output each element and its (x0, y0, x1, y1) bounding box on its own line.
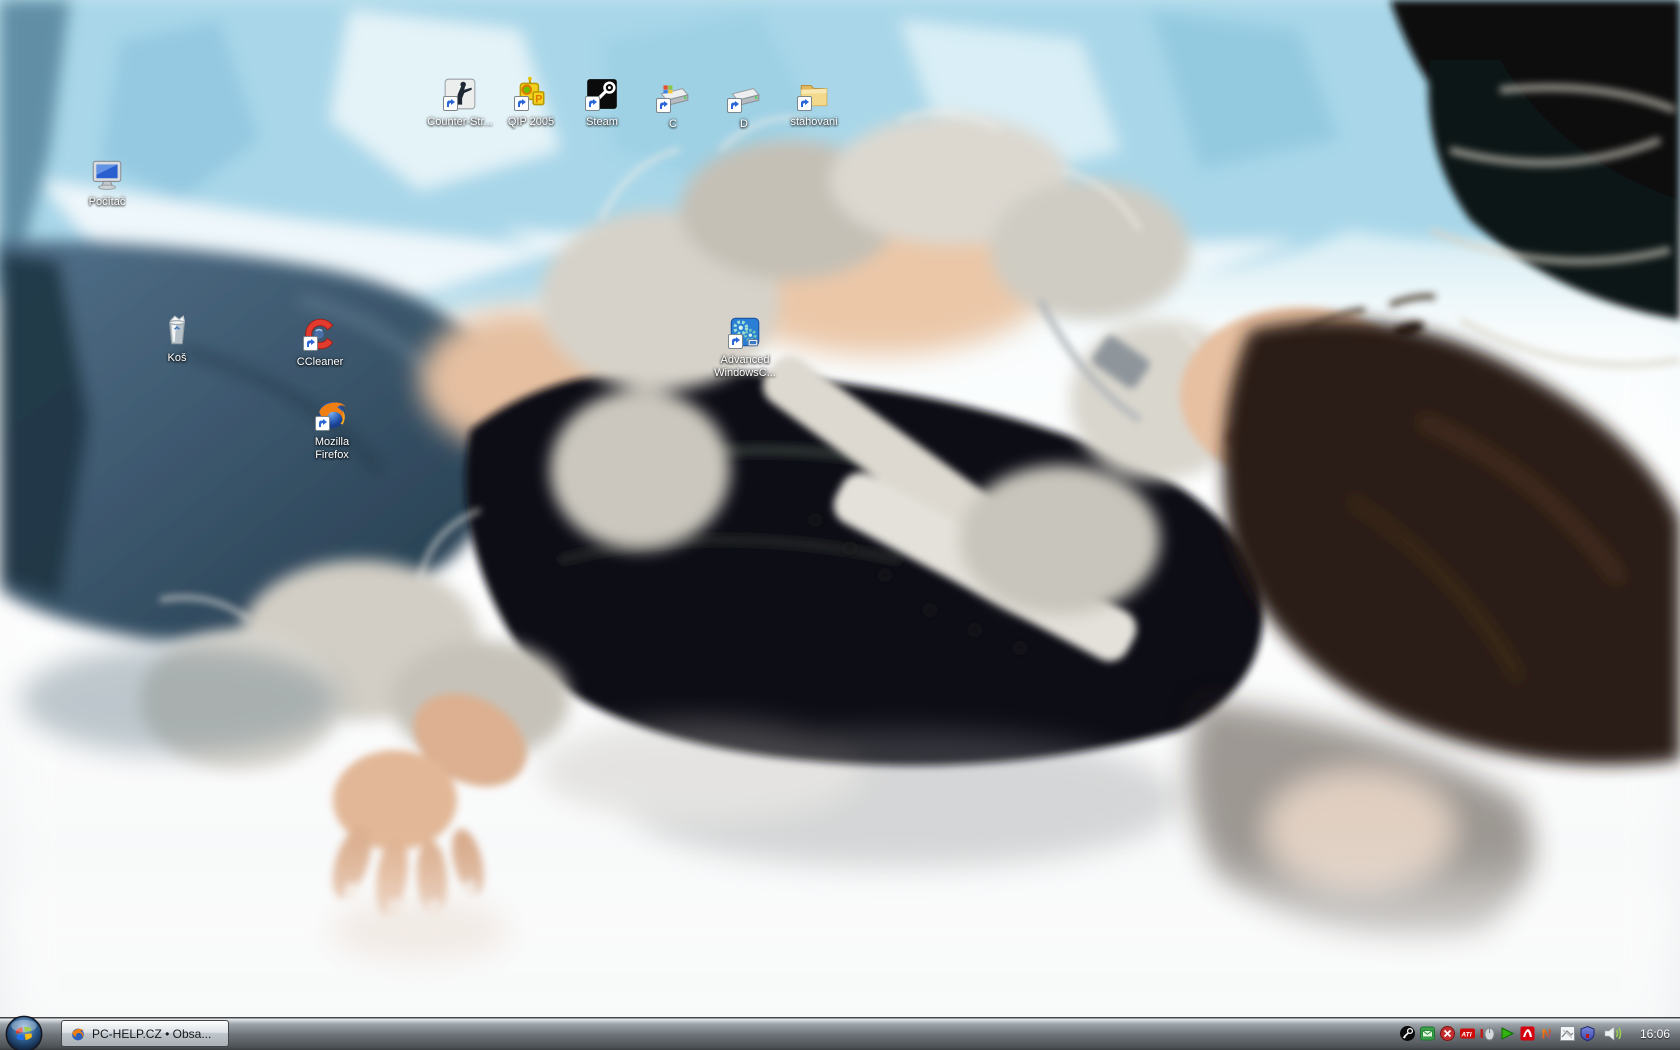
shortcut-arrow-icon (585, 96, 600, 111)
icon-label: Počítač (89, 196, 126, 209)
computer-icon (89, 156, 125, 192)
shortcut-arrow-icon (315, 416, 330, 431)
recycle-bin-full-icon (159, 312, 195, 348)
desktop-icon-stahovani[interactable]: stahovani (766, 76, 862, 129)
qip-messenger-tray-icon[interactable] (1419, 1025, 1436, 1042)
desktop-icon-computer[interactable]: Počítač (59, 156, 155, 209)
offline-status-icon[interactable] (1439, 1025, 1456, 1042)
icon-label: Steam (586, 116, 618, 129)
svg-text:ATI: ATI (1460, 1031, 1471, 1038)
wallpaper-image (0, 0, 1680, 1050)
desktop-icon-firefox[interactable]: Mozilla Firefox (284, 396, 380, 462)
green-arrow-icon[interactable] (1499, 1025, 1516, 1042)
icon-label: C (669, 118, 677, 131)
image-app-icon[interactable] (1559, 1025, 1576, 1042)
windows-start-orb-icon (5, 1015, 43, 1050)
icon-label: QIP 2005 (508, 116, 554, 129)
taskbar-task-pc-help[interactable]: PC-HELP.CZ • Obsa... (61, 1020, 229, 1047)
icon-label: CCleaner (297, 356, 343, 369)
shortcut-arrow-icon (656, 98, 671, 113)
desktop-icon-recycle-bin[interactable]: Koš (129, 312, 225, 365)
system-tray: ATI N (1399, 1025, 1680, 1042)
desktop-icon-advanced-windowscare[interactable]: Advanced WindowsC... (697, 314, 793, 380)
volume-icon[interactable] (1603, 1025, 1625, 1042)
task-button-label: PC-HELP.CZ • Obsa... (92, 1027, 211, 1041)
shortcut-arrow-icon (443, 96, 458, 111)
colorful-n-icon[interactable]: N (1539, 1025, 1556, 1042)
steam-tray-icon[interactable] (1399, 1025, 1416, 1042)
svg-text:P: P (535, 93, 542, 105)
start-button[interactable] (5, 1015, 43, 1050)
icon-label: D (740, 118, 748, 131)
firefox-icon (70, 1026, 86, 1042)
icon-label: Advanced WindowsC... (697, 354, 793, 380)
shortcut-arrow-icon (514, 96, 529, 111)
desktop-screen: Počítač Counter-Str... P (0, 0, 1680, 1050)
taskbar-clock[interactable]: 16:06 (1634, 1027, 1670, 1041)
icon-label: stahovani (790, 116, 837, 129)
icon-label: Mozilla Firefox (304, 436, 360, 462)
taskbar: PC-HELP.CZ • Obsa... ATI (0, 1017, 1680, 1050)
desktop-icon-ccleaner[interactable]: CCleaner (272, 316, 368, 369)
svg-text:N: N (1542, 1026, 1552, 1042)
shortcut-arrow-icon (303, 336, 318, 351)
shortcut-arrow-icon (727, 98, 742, 113)
mouse-settings-icon[interactable] (1479, 1025, 1496, 1042)
shortcut-arrow-icon (797, 96, 812, 111)
ati-catalyst-icon[interactable]: ATI (1459, 1025, 1476, 1042)
avira-antivir-icon[interactable] (1519, 1025, 1536, 1042)
shortcut-arrow-icon (728, 334, 743, 349)
icon-label: Koš (168, 352, 187, 365)
security-shield-icon[interactable] (1579, 1025, 1596, 1042)
